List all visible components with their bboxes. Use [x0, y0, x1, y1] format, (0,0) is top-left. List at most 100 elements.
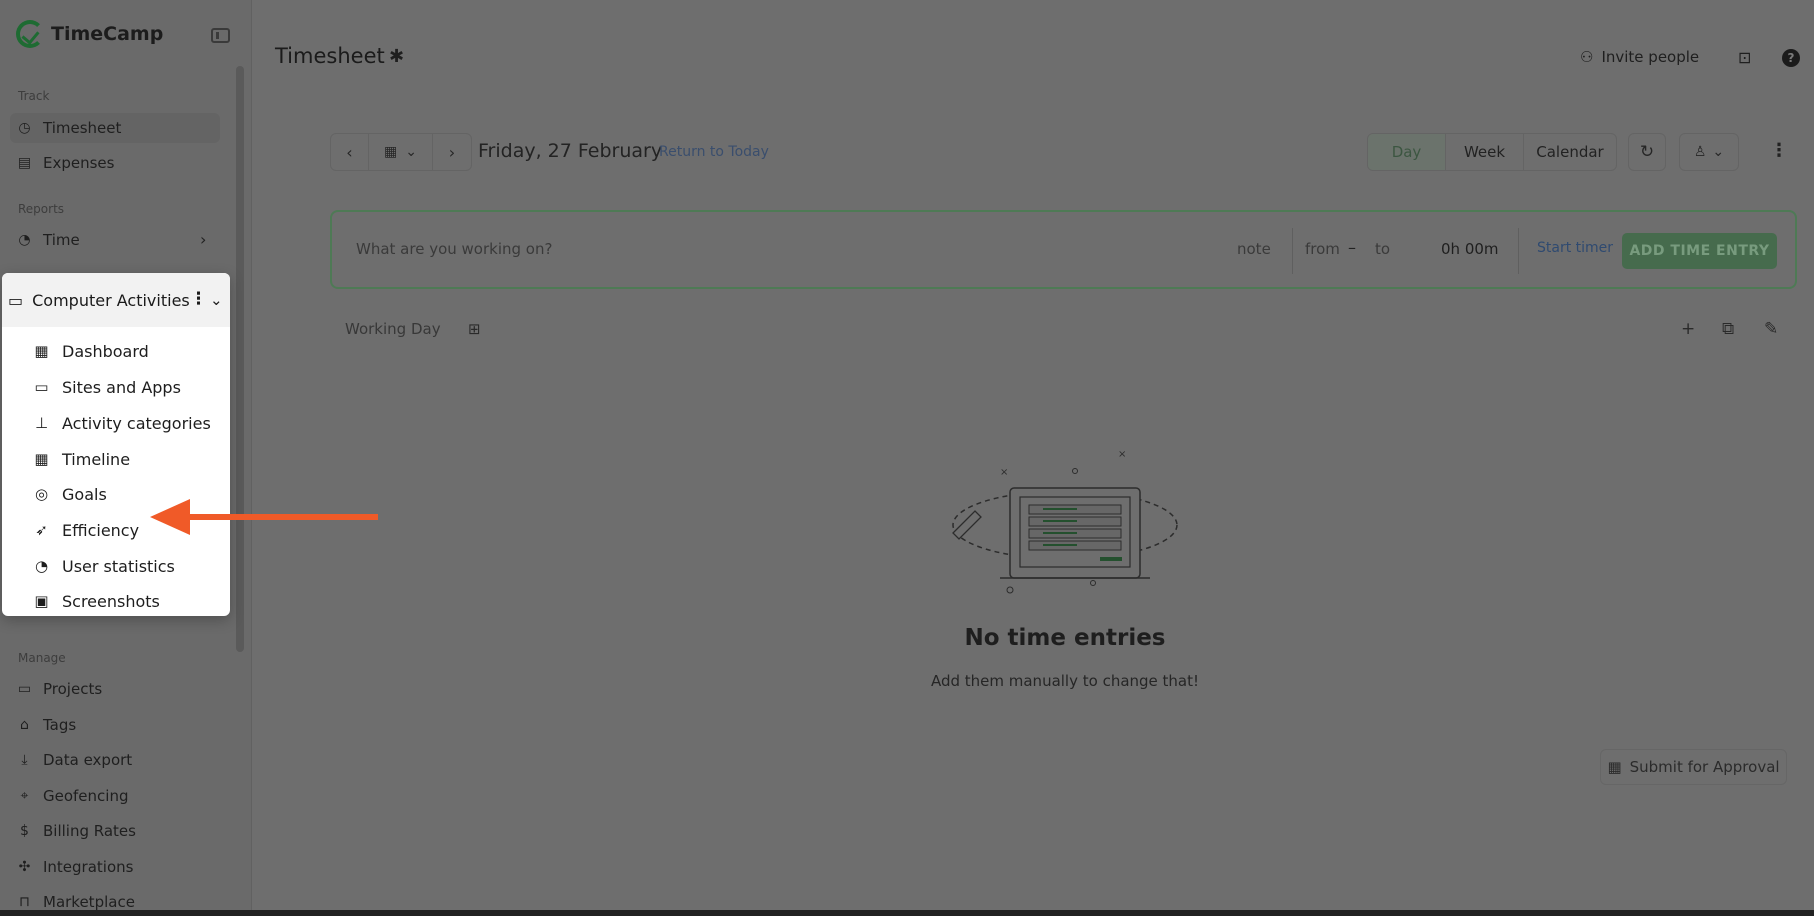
sidebar-collapse-icon[interactable]	[211, 28, 230, 43]
add-user-icon: ⚇	[1580, 48, 1594, 66]
invite-label: Invite people	[1601, 48, 1700, 66]
dollar-icon: $	[20, 823, 29, 839]
sidebar-item-label: Time	[43, 231, 80, 249]
sidebar-item-billing-rates[interactable]: $ Billing Rates	[16, 816, 221, 846]
refresh-icon: ↻	[1639, 142, 1655, 162]
menu-item-label: Timeline	[62, 449, 131, 469]
sidebar-scrollbar[interactable]	[236, 66, 244, 652]
sidebar-item-label: Integrations	[43, 858, 134, 876]
next-day-button[interactable]: ›	[433, 134, 471, 170]
plus-icon[interactable]: +	[1681, 319, 1695, 339]
sidebar-item-tags[interactable]: ⌂ Tags	[16, 710, 221, 740]
empty-state-title: No time entries	[964, 625, 1166, 651]
app-window: TimeCamp Track ◷ Timesheet ▤ Expenses Re…	[0, 0, 1814, 916]
folder-icon: ▭	[17, 681, 32, 697]
edit-icon[interactable]: ✎	[1764, 319, 1778, 339]
more-options-icon[interactable]: ⋮	[1770, 140, 1788, 161]
sidebar-item-expenses[interactable]: ▤ Expenses	[16, 148, 221, 178]
tab-day[interactable]: Day	[1368, 134, 1446, 170]
submit-for-approval-button[interactable]: ▦ Submit for Approval	[1600, 749, 1787, 785]
hierarchy-icon: ⊥	[34, 414, 49, 432]
chevron-right-icon: ›	[448, 142, 456, 162]
invite-people-button[interactable]: ⚇ Invite people	[1580, 48, 1699, 66]
time-entry-bar: What are you working on? note from – to …	[330, 210, 1797, 289]
sidebar-item-label: Expenses	[43, 154, 115, 172]
sidebar-item-data-export[interactable]: ⤓ Data export	[16, 745, 221, 775]
return-to-today-link[interactable]: Return to Today	[659, 144, 769, 160]
menu-item-timeline[interactable]: ▦ Timeline	[32, 444, 130, 474]
current-date: Friday, 27 February	[478, 140, 663, 162]
calendar-picker-button[interactable]: ▦ ⌄	[369, 134, 433, 170]
image-icon: ▣	[34, 592, 49, 610]
calendar-icon: ▦	[384, 144, 398, 160]
task-input[interactable]: What are you working on?	[356, 240, 552, 258]
menu-item-dashboard[interactable]: ▦ Dashboard	[32, 336, 149, 366]
user-filter-button[interactable]: ♙ ⌄	[1679, 133, 1739, 171]
puzzle-icon: ✣	[18, 859, 31, 875]
gear-icon[interactable]: ✱	[389, 46, 404, 67]
menu-item-user-statistics[interactable]: ◔ User statistics	[32, 551, 175, 581]
svg-text:×: ×	[1000, 467, 1008, 478]
sidebar-item-geofencing[interactable]: ⌖ Geofencing	[16, 781, 221, 811]
prev-day-button[interactable]: ‹	[331, 134, 369, 170]
from-field[interactable]: from	[1305, 240, 1340, 258]
bottom-edge	[0, 910, 1814, 916]
add-time-entry-button[interactable]: ADD TIME ENTRY	[1622, 233, 1777, 269]
app-logo[interactable]: TimeCamp	[16, 20, 163, 48]
more-options-icon[interactable]: ⋮	[190, 291, 207, 308]
laptop-icon: ▭	[8, 290, 24, 310]
sidebar-item-timesheet[interactable]: ◷ Timesheet	[10, 113, 220, 143]
sidebar-item-time[interactable]: ◔ Time	[16, 225, 221, 255]
download-icon: ⤓	[21, 752, 28, 768]
receipt-icon: ▤	[17, 155, 32, 171]
chevron-left-icon: ‹	[346, 142, 353, 162]
menu-item-goals[interactable]: ◎ Goals	[32, 479, 107, 509]
annotation-arrow	[150, 499, 378, 535]
monitor-icon[interactable]: ⊡	[1738, 48, 1751, 67]
sidebar-item-label: Marketplace	[43, 893, 135, 911]
computer-activities-header[interactable]: ▭ Computer Activities ⋮ ⌄	[2, 273, 230, 327]
dashboard-icon: ▦	[34, 342, 49, 360]
target-icon: ◎	[34, 485, 49, 503]
date-navigator: ‹ ▦ ⌄ ›	[330, 133, 472, 171]
menu-item-label: User statistics	[62, 556, 175, 576]
start-timer-button[interactable]: Start timer	[1537, 240, 1613, 256]
menu-item-screenshots[interactable]: ▣ Screenshots	[32, 586, 159, 616]
sidebar-item-label: Data export	[43, 751, 133, 769]
chevron-down-icon: ⌄	[405, 144, 417, 160]
sidebar-item-integrations[interactable]: ✣ Integrations	[16, 852, 221, 882]
timecamp-logo-icon	[16, 20, 44, 48]
chevron-down-icon: ⌄	[1712, 144, 1725, 160]
menu-item-activity-categories[interactable]: ⊥ Activity categories	[32, 408, 211, 438]
svg-text:×: ×	[1118, 449, 1126, 460]
user-icon: ♙	[1693, 144, 1707, 160]
tab-calendar[interactable]: Calendar	[1524, 134, 1616, 170]
app-name: TimeCamp	[51, 23, 164, 45]
sidebar-item-label: Geofencing	[43, 787, 129, 805]
sidebar-item-projects[interactable]: ▭ Projects	[16, 674, 221, 704]
tab-week[interactable]: Week	[1446, 134, 1524, 170]
menu-item-efficiency[interactable]: ➶ Efficiency	[32, 515, 139, 545]
note-field[interactable]: note	[1237, 240, 1271, 258]
divider	[1292, 228, 1293, 274]
section-label-track: Track	[18, 89, 50, 103]
menu-item-label: Dashboard	[62, 341, 149, 361]
copy-icon[interactable]: ⧉	[1722, 319, 1734, 339]
calendar-grid-icon: ▦	[34, 450, 49, 468]
working-day-label: Working Day	[345, 320, 441, 338]
chevron-right-icon[interactable]: ›	[200, 230, 206, 249]
page-title: Timesheet	[275, 44, 385, 68]
duration-field[interactable]: 0h 00m	[1441, 240, 1499, 258]
to-field[interactable]: to	[1375, 240, 1390, 258]
help-icon[interactable]: ?	[1782, 49, 1800, 67]
divider	[1518, 228, 1519, 274]
calendar-add-icon[interactable]: ⊞	[468, 320, 481, 338]
menu-item-sites-and-apps[interactable]: ▭ Sites and Apps	[32, 372, 181, 402]
section-label-reports: Reports	[18, 202, 65, 216]
refresh-button[interactable]: ↻	[1628, 133, 1666, 171]
laptop-icon: ▭	[34, 378, 49, 396]
tag-icon: ⌂	[20, 717, 29, 733]
pie-chart-icon: ◔	[34, 557, 49, 575]
sidebar-item-label: Billing Rates	[43, 822, 136, 840]
chevron-down-icon[interactable]: ⌄	[210, 291, 223, 309]
